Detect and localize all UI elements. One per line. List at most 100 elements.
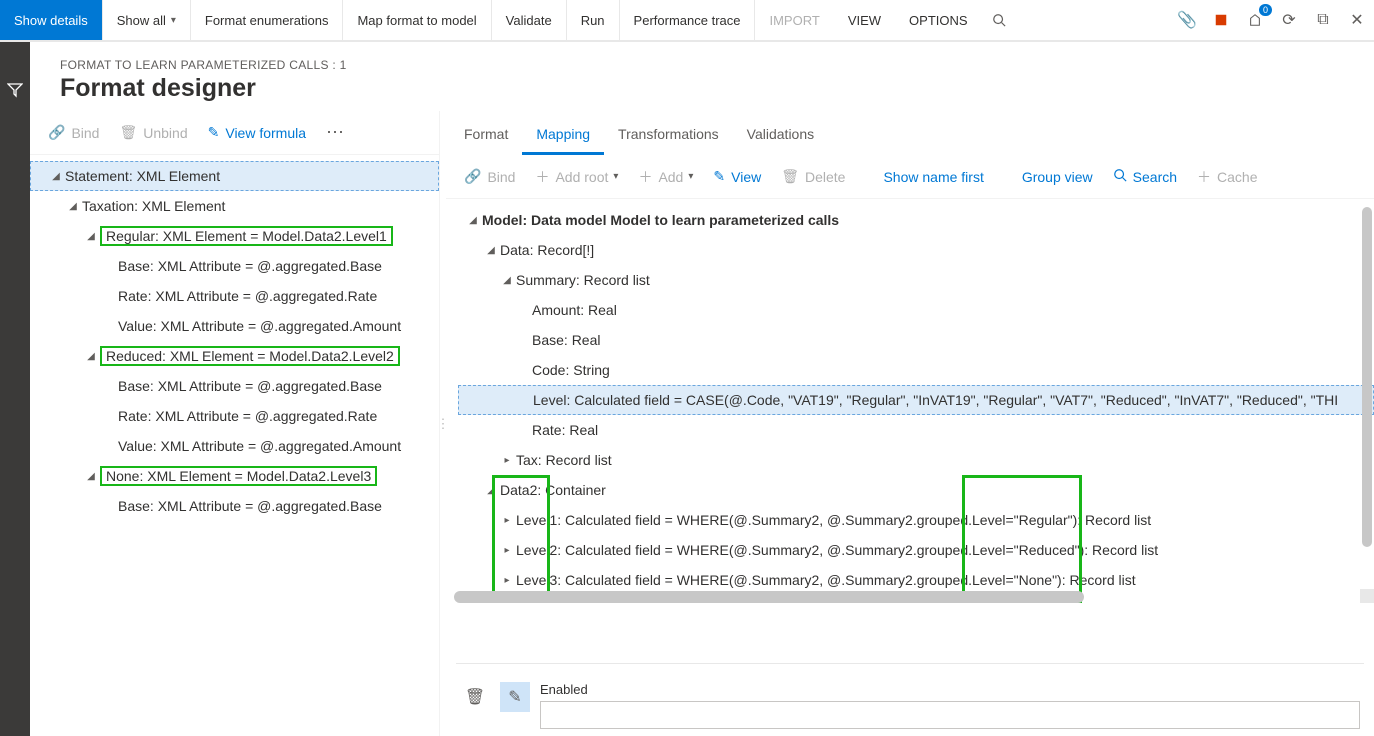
property-footer: 🗑 ✎ Enabled <box>446 664 1374 736</box>
delete-button[interactable]: 🗑Delete <box>771 161 855 193</box>
tree-row[interactable]: ▸Rate: Real <box>458 415 1374 445</box>
search-icon[interactable] <box>982 0 1016 40</box>
tree-label: Rate: XML Attribute = @.aggregated.Rate <box>118 288 377 304</box>
cache-button[interactable]: ＋Cache <box>1187 161 1267 193</box>
model-tree[interactable]: ◢Model: Data model Model to learn parame… <box>446 199 1374 603</box>
group-view-button[interactable]: Group view <box>1012 161 1103 193</box>
search-button[interactable]: Search <box>1103 161 1187 193</box>
caret-icon[interactable]: ◢ <box>500 275 514 286</box>
performance-trace-button[interactable]: Performance trace <box>620 0 756 40</box>
paperclip-icon[interactable]: 📎 <box>1170 0 1204 40</box>
show-all-label: Show all <box>117 13 166 28</box>
options-menu-button[interactable]: OPTIONS <box>895 0 982 40</box>
view-formula-label: View formula <box>225 125 306 141</box>
tab-validations[interactable]: Validations <box>733 116 828 155</box>
trash-icon: 🗑 <box>119 124 137 141</box>
tree-row-level2[interactable]: ▸Level2: Calculated field = WHERE(@.Summ… <box>458 535 1374 565</box>
vertical-scrollbar[interactable] <box>1362 207 1372 547</box>
tree-label: Value: XML Attribute = @.aggregated.Amou… <box>118 318 401 334</box>
caret-icon[interactable]: ◢ <box>484 245 498 256</box>
add-button[interactable]: ＋Add▾ <box>628 161 703 193</box>
chevron-down-icon: ▾ <box>688 171 693 182</box>
caret-icon[interactable]: ▸ <box>500 575 514 586</box>
more-icon[interactable]: ⋯ <box>316 122 354 143</box>
tree-row-statement[interactable]: ◢Statement: XML Element <box>30 161 439 191</box>
tree-row[interactable]: ◢Base: XML Attribute = @.aggregated.Base <box>30 491 439 521</box>
notification-icon[interactable]: 0 <box>1238 0 1272 40</box>
caret-icon[interactable]: ◢ <box>466 215 480 226</box>
tree-row-taxation[interactable]: ◢Taxation: XML Element <box>30 191 439 221</box>
chevron-down-icon: ▾ <box>171 15 176 26</box>
delete-label: Delete <box>805 169 845 185</box>
import-button[interactable]: IMPORT <box>755 0 833 40</box>
caret-icon[interactable]: ▸ <box>500 455 514 466</box>
tree-row-data[interactable]: ◢Data: Record[!] <box>458 235 1374 265</box>
view-menu-button[interactable]: VIEW <box>834 0 895 40</box>
caret-icon[interactable]: ◢ <box>84 471 98 482</box>
format-enumerations-button[interactable]: Format enumerations <box>191 0 344 40</box>
tree-row[interactable]: ◢Base: XML Attribute = @.aggregated.Base <box>30 371 439 401</box>
show-name-first-button[interactable]: Show name first <box>873 161 993 193</box>
popout-icon[interactable]: ⧉ <box>1306 0 1340 40</box>
tree-row-tax[interactable]: ▸Tax: Record list <box>458 445 1374 475</box>
caret-icon[interactable]: ◢ <box>84 351 98 362</box>
tab-mapping[interactable]: Mapping <box>522 116 604 155</box>
link-icon: 🔗 <box>48 124 65 141</box>
caret-icon[interactable]: ◢ <box>84 231 98 242</box>
tab-transformations[interactable]: Transformations <box>604 116 733 155</box>
add-root-button[interactable]: ＋Add root▾ <box>525 161 628 193</box>
caret-icon[interactable]: ▸ <box>500 545 514 556</box>
map-format-to-model-button[interactable]: Map format to model <box>343 0 491 40</box>
tree-label: Data: Record[!] <box>500 242 594 258</box>
tree-row[interactable]: ▸Code: String <box>458 355 1374 385</box>
office-icon[interactable] <box>1204 0 1238 40</box>
tree-row-model[interactable]: ◢Model: Data model Model to learn parame… <box>458 205 1374 235</box>
tree-row[interactable]: ◢Value: XML Attribute = @.aggregated.Amo… <box>30 431 439 461</box>
run-button[interactable]: Run <box>567 0 620 40</box>
view-label: View <box>731 169 761 185</box>
edit-property-button[interactable]: ✎ <box>500 682 530 712</box>
caret-icon[interactable]: ◢ <box>484 485 498 496</box>
tree-label: Rate: XML Attribute = @.aggregated.Rate <box>118 408 377 424</box>
right-tabs: Format Mapping Transformations Validatio… <box>446 111 1374 155</box>
bind-button[interactable]: 🔗Bind <box>38 117 109 149</box>
tree-row[interactable]: ▸Amount: Real <box>458 295 1374 325</box>
unbind-button[interactable]: 🗑Unbind <box>109 117 197 149</box>
tree-row[interactable]: ◢Rate: XML Attribute = @.aggregated.Rate <box>30 281 439 311</box>
show-details-button[interactable]: Show details <box>0 0 103 40</box>
tab-format[interactable]: Format <box>450 116 522 155</box>
validate-button[interactable]: Validate <box>492 0 567 40</box>
tree-row[interactable]: ▸Base: Real <box>458 325 1374 355</box>
horizontal-scrollbar[interactable] <box>454 591 1084 603</box>
view-button[interactable]: ✎View <box>703 161 771 193</box>
tree-label: Base: XML Attribute = @.aggregated.Base <box>118 258 382 274</box>
tree-label: Base: Real <box>532 332 600 348</box>
caret-icon[interactable]: ◢ <box>66 201 80 212</box>
close-icon[interactable]: ✕ <box>1340 0 1374 40</box>
scrollbar-corner <box>1360 589 1374 603</box>
tree-row-level[interactable]: ▸Level: Calculated field = CASE(@.Code, … <box>458 385 1374 415</box>
tree-row-reduced[interactable]: ◢Reduced: XML Element = Model.Data2.Leve… <box>30 341 439 371</box>
tree-row-level1[interactable]: ▸Level1: Calculated field = WHERE(@.Summ… <box>458 505 1374 535</box>
tree-label: Base: XML Attribute = @.aggregated.Base <box>118 498 382 514</box>
tree-row-data2[interactable]: ◢Data2: Container <box>458 475 1374 505</box>
tree-row[interactable]: ◢Base: XML Attribute = @.aggregated.Base <box>30 251 439 281</box>
show-all-button[interactable]: Show all ▾ <box>103 0 191 40</box>
bind-button[interactable]: 🔗Bind <box>454 161 525 193</box>
tree-label: Tax: Record list <box>516 452 612 468</box>
tree-row[interactable]: ◢Value: XML Attribute = @.aggregated.Amo… <box>30 311 439 341</box>
tree-row[interactable]: ◢Rate: XML Attribute = @.aggregated.Rate <box>30 401 439 431</box>
left-toolbar: 🔗Bind 🗑Unbind ✎View formula ⋯ <box>30 111 439 155</box>
tree-row-summary[interactable]: ◢Summary: Record list <box>458 265 1374 295</box>
delete-property-button[interactable]: 🗑 <box>460 682 490 712</box>
refresh-icon[interactable]: ⟳ <box>1272 0 1306 40</box>
format-tree[interactable]: ◢Statement: XML Element ◢Taxation: XML E… <box>30 155 439 736</box>
tree-row-none[interactable]: ◢None: XML Element = Model.Data2.Level3 <box>30 461 439 491</box>
view-formula-button[interactable]: ✎View formula <box>198 117 316 149</box>
caret-icon[interactable]: ▸ <box>500 515 514 526</box>
funnel-icon[interactable] <box>7 82 23 103</box>
tree-label: Model: Data model Model to learn paramet… <box>482 212 839 228</box>
enabled-input[interactable] <box>540 701 1360 729</box>
tree-row-regular[interactable]: ◢Regular: XML Element = Model.Data2.Leve… <box>30 221 439 251</box>
caret-icon[interactable]: ◢ <box>49 171 63 182</box>
